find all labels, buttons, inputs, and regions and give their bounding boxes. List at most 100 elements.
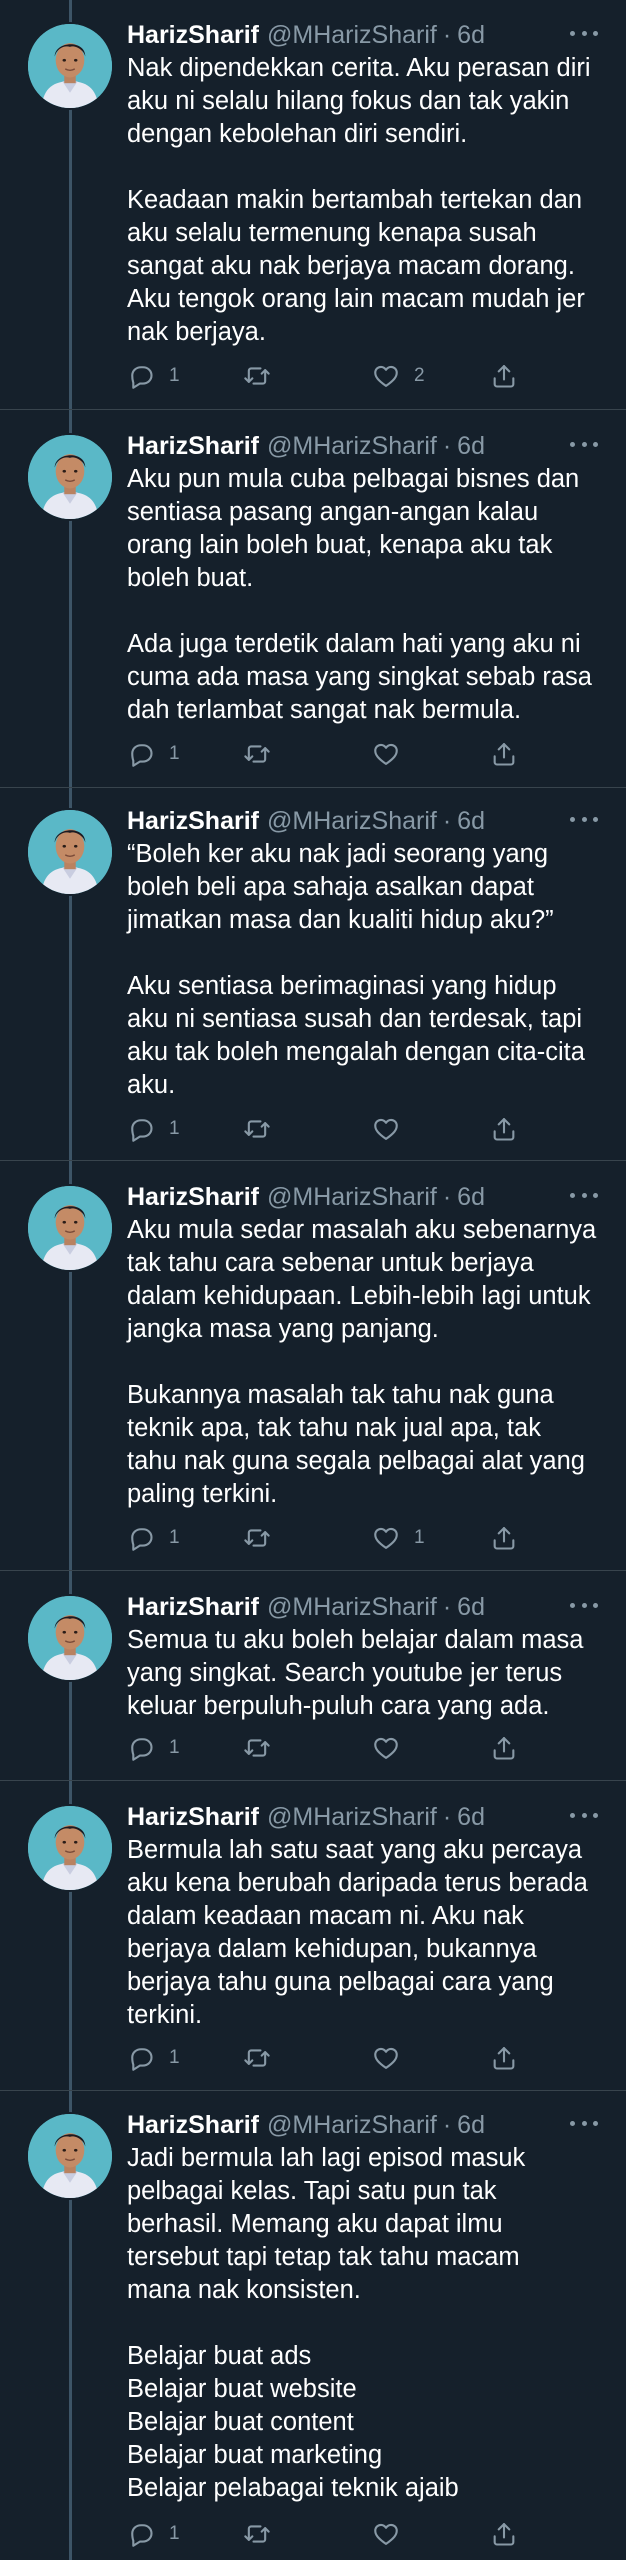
more-icon[interactable] (570, 22, 598, 44)
share-button[interactable] (490, 1730, 518, 1766)
reply-button[interactable]: 1 (127, 2516, 180, 2552)
tweet[interactable]: HarizSharif @MHarizSharif · 6d Aku pun m… (0, 409, 626, 788)
tweet-actions: 1 (127, 736, 527, 772)
reply-button[interactable]: 1 (127, 2040, 180, 2076)
tweet[interactable]: HarizSharif @MHarizSharif · 6d Nak dipen… (0, 0, 626, 410)
user-handle[interactable]: @MHarizSharif (267, 807, 437, 836)
like-count: 1 (414, 1527, 425, 1548)
tweet[interactable]: HarizSharif @MHarizSharif · 6d “Boleh ke… (0, 787, 626, 1161)
tweet-paragraph: Bukannya masalah tak tahu nak guna tekni… (127, 1381, 585, 1508)
display-name[interactable]: HarizSharif (127, 807, 259, 836)
display-name[interactable]: HarizSharif (127, 2111, 259, 2140)
avatar[interactable] (26, 1184, 114, 1272)
share-button[interactable] (490, 736, 518, 772)
like-button[interactable] (372, 736, 414, 772)
more-icon[interactable] (570, 1804, 598, 1826)
share-button[interactable] (490, 1520, 518, 1556)
more-icon[interactable] (570, 1594, 598, 1616)
tweet[interactable]: HarizSharif @MHarizSharif · 6d Semua tu … (0, 1570, 626, 1781)
like-button[interactable]: 2 (372, 358, 425, 394)
like-button[interactable]: 1 (372, 1520, 425, 1556)
reply-button[interactable]: 1 (127, 358, 180, 394)
tweet-header: HarizSharif @MHarizSharif · 6d (127, 431, 598, 461)
user-handle[interactable]: @MHarizSharif (267, 1803, 437, 1832)
heart-icon (372, 740, 400, 768)
tweet-header: HarizSharif @MHarizSharif · 6d (127, 1182, 598, 1212)
tweet-paragraph: Aku mula sedar masalah aku sebenarnya ta… (127, 1216, 597, 1343)
tweet[interactable]: HarizSharif @MHarizSharif · 6d Jadi berm… (0, 2090, 626, 2560)
more-icon[interactable] (570, 433, 598, 455)
share-button[interactable] (490, 2516, 518, 2552)
timestamp[interactable]: 6d (457, 432, 485, 461)
like-button[interactable] (372, 1730, 414, 1766)
tweet-text: Nak dipendekkan cerita. Aku perasan diri… (127, 52, 607, 349)
share-icon (490, 2520, 518, 2548)
retweet-button[interactable] (243, 1111, 285, 1147)
tweet-header: HarizSharif @MHarizSharif · 6d (127, 2110, 598, 2140)
retweet-icon (243, 2520, 271, 2548)
timestamp[interactable]: 6d (457, 2111, 485, 2140)
reply-icon (127, 2520, 155, 2548)
display-name[interactable]: HarizSharif (127, 1803, 259, 1832)
more-icon[interactable] (570, 2112, 598, 2134)
reply-icon (127, 362, 155, 390)
user-handle[interactable]: @MHarizSharif (267, 2111, 437, 2140)
avatar[interactable] (26, 2112, 114, 2200)
reply-count: 1 (169, 1737, 180, 1758)
avatar[interactable] (26, 1594, 114, 1682)
avatar[interactable] (26, 433, 114, 521)
like-button[interactable] (372, 1111, 414, 1147)
share-button[interactable] (490, 1111, 518, 1147)
tweet-actions: 1 (127, 2040, 527, 2076)
retweet-button[interactable] (243, 1520, 285, 1556)
separator-dot: · (442, 1802, 452, 1831)
avatar[interactable] (26, 1804, 114, 1892)
separator-dot: · (442, 431, 452, 460)
share-button[interactable] (490, 2040, 518, 2076)
like-button[interactable] (372, 2516, 414, 2552)
display-name[interactable]: HarizSharif (127, 1593, 259, 1622)
retweet-button[interactable] (243, 2040, 285, 2076)
separator-dot: · (442, 806, 452, 835)
retweet-button[interactable] (243, 1730, 285, 1766)
tweet-text: Aku pun mula cuba pelbagai bisnes dan se… (127, 463, 607, 727)
tweet-header: HarizSharif @MHarizSharif · 6d (127, 1592, 598, 1622)
more-icon[interactable] (570, 1184, 598, 1206)
tweet-actions: 1 (127, 1730, 527, 1766)
retweet-button[interactable] (243, 358, 285, 394)
more-icon[interactable] (570, 808, 598, 830)
like-count: 2 (414, 365, 425, 386)
retweet-button[interactable] (243, 736, 285, 772)
display-name[interactable]: HarizSharif (127, 21, 259, 50)
reply-icon (127, 1734, 155, 1762)
tweet-paragraph: Belajar buat ads Belajar buat website Be… (127, 2342, 459, 2502)
tweet-actions: 1 (127, 2516, 527, 2552)
tweet-actions: 1 2 (127, 358, 527, 394)
user-handle[interactable]: @MHarizSharif (267, 1183, 437, 1212)
avatar[interactable] (26, 22, 114, 110)
reply-button[interactable]: 1 (127, 1520, 180, 1556)
reply-button[interactable]: 1 (127, 1111, 180, 1147)
heart-icon (372, 362, 400, 390)
avatar[interactable] (26, 808, 114, 896)
display-name[interactable]: HarizSharif (127, 432, 259, 461)
separator-dot: · (442, 1182, 452, 1211)
like-button[interactable] (372, 2040, 414, 2076)
tweet[interactable]: HarizSharif @MHarizSharif · 6d Bermula l… (0, 1780, 626, 2091)
tweet[interactable]: HarizSharif @MHarizSharif · 6d Aku mula … (0, 1160, 626, 1571)
retweet-button[interactable] (243, 2516, 285, 2552)
tweet-paragraph: Ada juga terdetik dalam hati yang aku ni… (127, 630, 592, 724)
user-handle[interactable]: @MHarizSharif (267, 1593, 437, 1622)
user-handle[interactable]: @MHarizSharif (267, 432, 437, 461)
timestamp[interactable]: 6d (457, 21, 485, 50)
timestamp[interactable]: 6d (457, 807, 485, 836)
reply-button[interactable]: 1 (127, 736, 180, 772)
timestamp[interactable]: 6d (457, 1183, 485, 1212)
display-name[interactable]: HarizSharif (127, 1183, 259, 1212)
user-handle[interactable]: @MHarizSharif (267, 21, 437, 50)
share-button[interactable] (490, 358, 518, 394)
timestamp[interactable]: 6d (457, 1803, 485, 1832)
timestamp[interactable]: 6d (457, 1593, 485, 1622)
reply-button[interactable]: 1 (127, 1730, 180, 1766)
retweet-icon (243, 1734, 271, 1762)
